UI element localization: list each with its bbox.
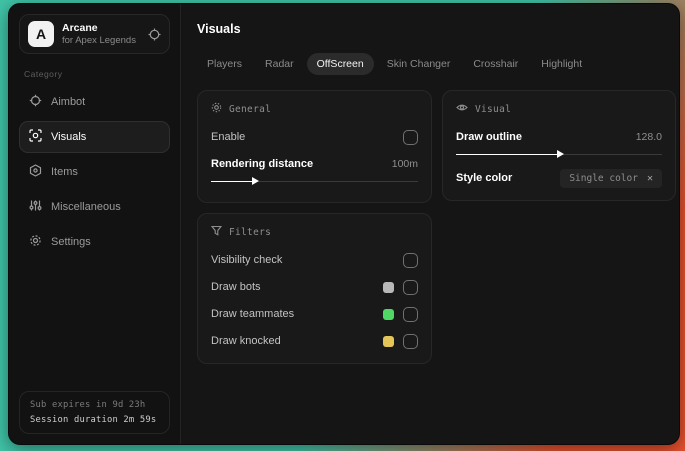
brand-card: A Arcane for Apex Legends: [19, 14, 170, 54]
draw-outline-row: Draw outline 128.0: [456, 127, 662, 147]
scan-icon: [29, 129, 42, 145]
visual-panel-title: Visual: [475, 103, 512, 115]
enable-row: Enable: [211, 127, 418, 147]
subscription-info: Sub expires in 9d 23h Session duration 2…: [19, 391, 170, 434]
visibility-check-checkbox[interactable]: [403, 252, 418, 268]
slider-fill: [456, 153, 559, 155]
app-title: Arcane: [62, 22, 98, 34]
target-icon[interactable]: [148, 28, 161, 41]
draw-knocked-label: Draw knocked: [211, 335, 281, 347]
draw-knocked-color-swatch[interactable]: [383, 335, 394, 347]
style-color-value: Single color: [569, 172, 638, 184]
draw-bots-color-swatch[interactable]: [383, 281, 394, 293]
draw-bots-checkbox[interactable]: [403, 279, 418, 295]
tab-highlight[interactable]: Highlight: [531, 53, 592, 75]
app-logo: A: [28, 21, 54, 47]
tab-radar[interactable]: Radar: [255, 53, 304, 75]
sidebar-item-label: Settings: [51, 236, 91, 248]
sidebar-item-visuals[interactable]: Visuals: [19, 121, 170, 153]
sidebar-item-miscellaneous[interactable]: Miscellaneous: [19, 191, 170, 223]
category-label: Category: [24, 69, 63, 79]
enable-checkbox[interactable]: [403, 129, 418, 145]
sidebar-item-aimbot[interactable]: Aimbot: [19, 86, 170, 118]
draw-knocked-row: Draw knocked: [211, 331, 418, 351]
right-column: Visual Draw outline 128.0 Style color Si…: [442, 90, 676, 201]
rendering-distance-value: 100m: [391, 158, 418, 170]
slider-thumb[interactable]: [252, 177, 260, 185]
slider-thumb[interactable]: [557, 150, 564, 158]
sidebar-item-items[interactable]: Items: [19, 156, 170, 188]
style-color-label: Style color: [456, 172, 513, 184]
enable-label: Enable: [211, 131, 246, 143]
filters-panel-header: Filters: [210, 225, 418, 239]
draw-teammates-color-swatch[interactable]: [383, 308, 394, 320]
rendering-distance-label: Rendering distance: [211, 158, 314, 170]
sidebar-item-label: Aimbot: [51, 96, 86, 108]
visibility-check-row: Visibility check: [211, 250, 418, 270]
panel-grid: General Enable Rendering distance 100m F…: [197, 90, 676, 364]
sun-icon: [211, 102, 222, 116]
visibility-check-label: Visibility check: [211, 254, 283, 266]
tab-skin-changer[interactable]: Skin Changer: [377, 53, 461, 75]
session-duration-text: Session duration 2m 59s: [30, 415, 157, 425]
draw-outline-label: Draw outline: [456, 131, 523, 143]
brand-text: Arcane for Apex Legends: [62, 22, 136, 46]
rendering-distance-slider[interactable]: [211, 176, 418, 186]
sidebar: A Arcane for Apex Legends Category Aimbo…: [9, 4, 181, 444]
tab-bar: Players Radar OffScreen Skin Changer Cro…: [197, 53, 676, 75]
general-panel-title: General: [229, 103, 272, 115]
crosshair-icon: [29, 94, 42, 110]
page-title: Visuals: [197, 22, 241, 36]
sidebar-item-settings[interactable]: Settings: [19, 226, 170, 258]
draw-outline-value: 128.0: [635, 131, 662, 143]
draw-teammates-checkbox[interactable]: [403, 306, 418, 322]
draw-teammates-label: Draw teammates: [211, 308, 295, 320]
clear-icon[interactable]: ✕: [647, 173, 653, 184]
filters-panel-title: Filters: [229, 226, 272, 238]
filters-panel: Filters Visibility check Draw bots Draw …: [197, 213, 432, 364]
rendering-distance-row: Rendering distance 100m: [211, 154, 418, 174]
style-color-row: Style color Single color ✕: [456, 168, 662, 188]
tab-crosshair[interactable]: Crosshair: [463, 53, 528, 75]
sliders-icon: [29, 199, 42, 215]
gear-icon: [29, 234, 42, 250]
visual-panel-header: Visual: [456, 102, 662, 116]
sidebar-item-label: Miscellaneous: [51, 201, 121, 213]
main-content: Visuals Players Radar OffScreen Skin Cha…: [181, 4, 679, 444]
left-column: General Enable Rendering distance 100m F…: [197, 90, 432, 364]
style-color-select[interactable]: Single color ✕: [560, 168, 662, 188]
draw-bots-row: Draw bots: [211, 277, 418, 297]
slider-fill: [211, 180, 255, 182]
app-window: A Arcane for Apex Legends Category Aimbo…: [8, 3, 680, 445]
app-subtitle: for Apex Legends: [62, 35, 136, 46]
draw-bots-label: Draw bots: [211, 281, 261, 293]
funnel-icon: [210, 225, 223, 239]
tab-players[interactable]: Players: [197, 53, 252, 75]
sidebar-item-label: Items: [51, 166, 78, 178]
draw-teammates-row: Draw teammates: [211, 304, 418, 324]
sub-expiry-text: Sub expires in 9d 23h: [30, 400, 146, 410]
draw-outline-slider[interactable]: [456, 149, 662, 159]
general-panel-header: General: [211, 102, 418, 116]
eye-icon: [456, 102, 468, 116]
visual-panel: Visual Draw outline 128.0 Style color Si…: [442, 90, 676, 201]
sidebar-item-label: Visuals: [51, 131, 87, 143]
draw-knocked-checkbox[interactable]: [403, 333, 418, 349]
cube-icon: [29, 164, 42, 180]
tab-offscreen[interactable]: OffScreen: [306, 53, 374, 75]
general-panel: General Enable Rendering distance 100m: [197, 90, 432, 203]
